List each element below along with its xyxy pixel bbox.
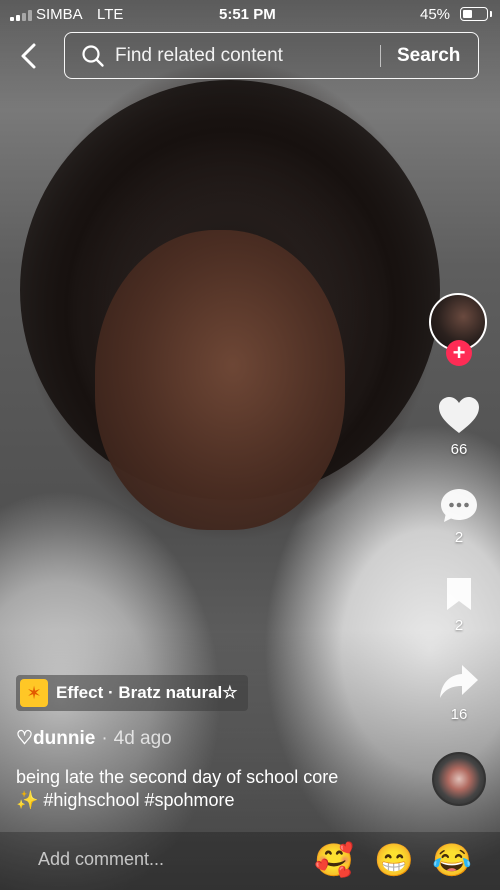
comment-icon[interactable] [439, 487, 479, 525]
author-row: ♡dunnie · 4d ago [16, 727, 172, 750]
video-subject-face [95, 230, 345, 530]
author-name[interactable]: ♡dunnie [16, 728, 95, 749]
emoji-tears-of-joy-button[interactable]: 😂 [432, 840, 472, 880]
like-count: 66 [450, 441, 468, 458]
post-caption[interactable]: being late the second day of school core… [16, 766, 356, 812]
heart-icon[interactable] [438, 396, 480, 436]
effect-chip[interactable]: ✶ Effect · Bratz natural☆ [16, 675, 248, 711]
search-button[interactable]: Search [397, 45, 460, 67]
search-icon [82, 45, 104, 67]
chevron-left-icon [21, 43, 36, 69]
follow-button[interactable]: + [446, 340, 472, 366]
battery-tip [490, 11, 492, 17]
carrier-name: SIMBA [36, 6, 83, 23]
status-time: 5:51 PM [219, 6, 276, 23]
share-count: 16 [450, 706, 468, 723]
favorite-count: 2 [454, 617, 464, 634]
comment-count: 2 [454, 529, 464, 546]
comment-bar: Add comment... 🥰 😁 😂 [0, 832, 500, 890]
effect-label: Effect · Bratz natural☆ [56, 683, 238, 702]
search-bar[interactable]: Find related content Search [64, 32, 479, 79]
emoji-smiling-hearts-button[interactable]: 🥰 [314, 840, 354, 880]
status-bar: SIMBA LTE 5:51 PM 45% [0, 0, 500, 30]
search-input[interactable]: Find related content [115, 45, 283, 67]
music-disc-icon[interactable] [432, 752, 486, 806]
back-button[interactable] [14, 40, 46, 72]
share-arrow-icon[interactable] [438, 663, 480, 701]
battery-level-fill [462, 9, 473, 18]
emoji-grin-button[interactable]: 😁 [374, 840, 414, 880]
network-type: LTE [97, 6, 124, 23]
signal-strength-icon [10, 10, 32, 21]
post-time: 4d ago [113, 728, 172, 749]
author-separator: · [101, 728, 108, 749]
sparkle-wand-icon: ✶ [20, 679, 48, 707]
comment-input[interactable]: Add comment... [24, 844, 304, 876]
bookmark-icon[interactable] [443, 576, 475, 612]
battery-icon [460, 7, 488, 21]
battery-percent: 45% [420, 6, 451, 23]
search-divider [380, 45, 381, 67]
